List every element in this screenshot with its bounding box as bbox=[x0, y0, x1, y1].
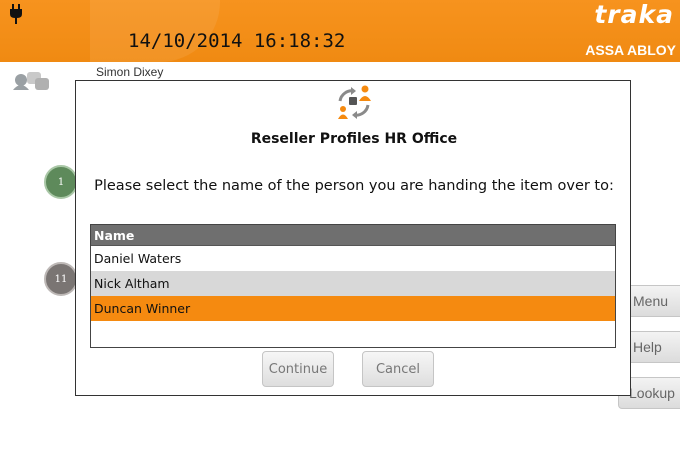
dialog-prompt: Please select the name of the person you… bbox=[94, 178, 614, 194]
user-name: Simon Dixey bbox=[96, 65, 164, 79]
item-badge[interactable]: 1 bbox=[44, 165, 78, 199]
cancel-button[interactable]: Cancel bbox=[362, 351, 434, 387]
plug-icon bbox=[10, 4, 22, 24]
brand-logo: traka bbox=[594, 0, 674, 29]
list-header[interactable]: Name bbox=[91, 225, 615, 246]
continue-button[interactable]: Continue bbox=[262, 351, 334, 387]
users-icon bbox=[13, 72, 49, 90]
person-list: Name Daniel Waters Nick Altham Duncan Wi… bbox=[90, 224, 616, 348]
dialog-title: Reseller Profiles HR Office bbox=[250, 131, 458, 147]
list-item-selected[interactable]: Duncan Winner bbox=[91, 296, 615, 321]
list-item[interactable]: Daniel Waters bbox=[91, 246, 615, 271]
list-item[interactable]: Nick Altham bbox=[91, 271, 615, 296]
header-bar: 14/10/2014 16:18:32 traka ASSA ABLOY bbox=[0, 0, 680, 62]
item-badge[interactable]: 11 bbox=[44, 262, 78, 296]
brand-subtitle: ASSA ABLOY bbox=[585, 42, 676, 58]
datetime-display: 14/10/2014 16:18:32 bbox=[128, 30, 346, 52]
handover-icon bbox=[338, 85, 371, 119]
handover-dialog: Reseller Profiles HR Office Please selec… bbox=[75, 80, 631, 396]
